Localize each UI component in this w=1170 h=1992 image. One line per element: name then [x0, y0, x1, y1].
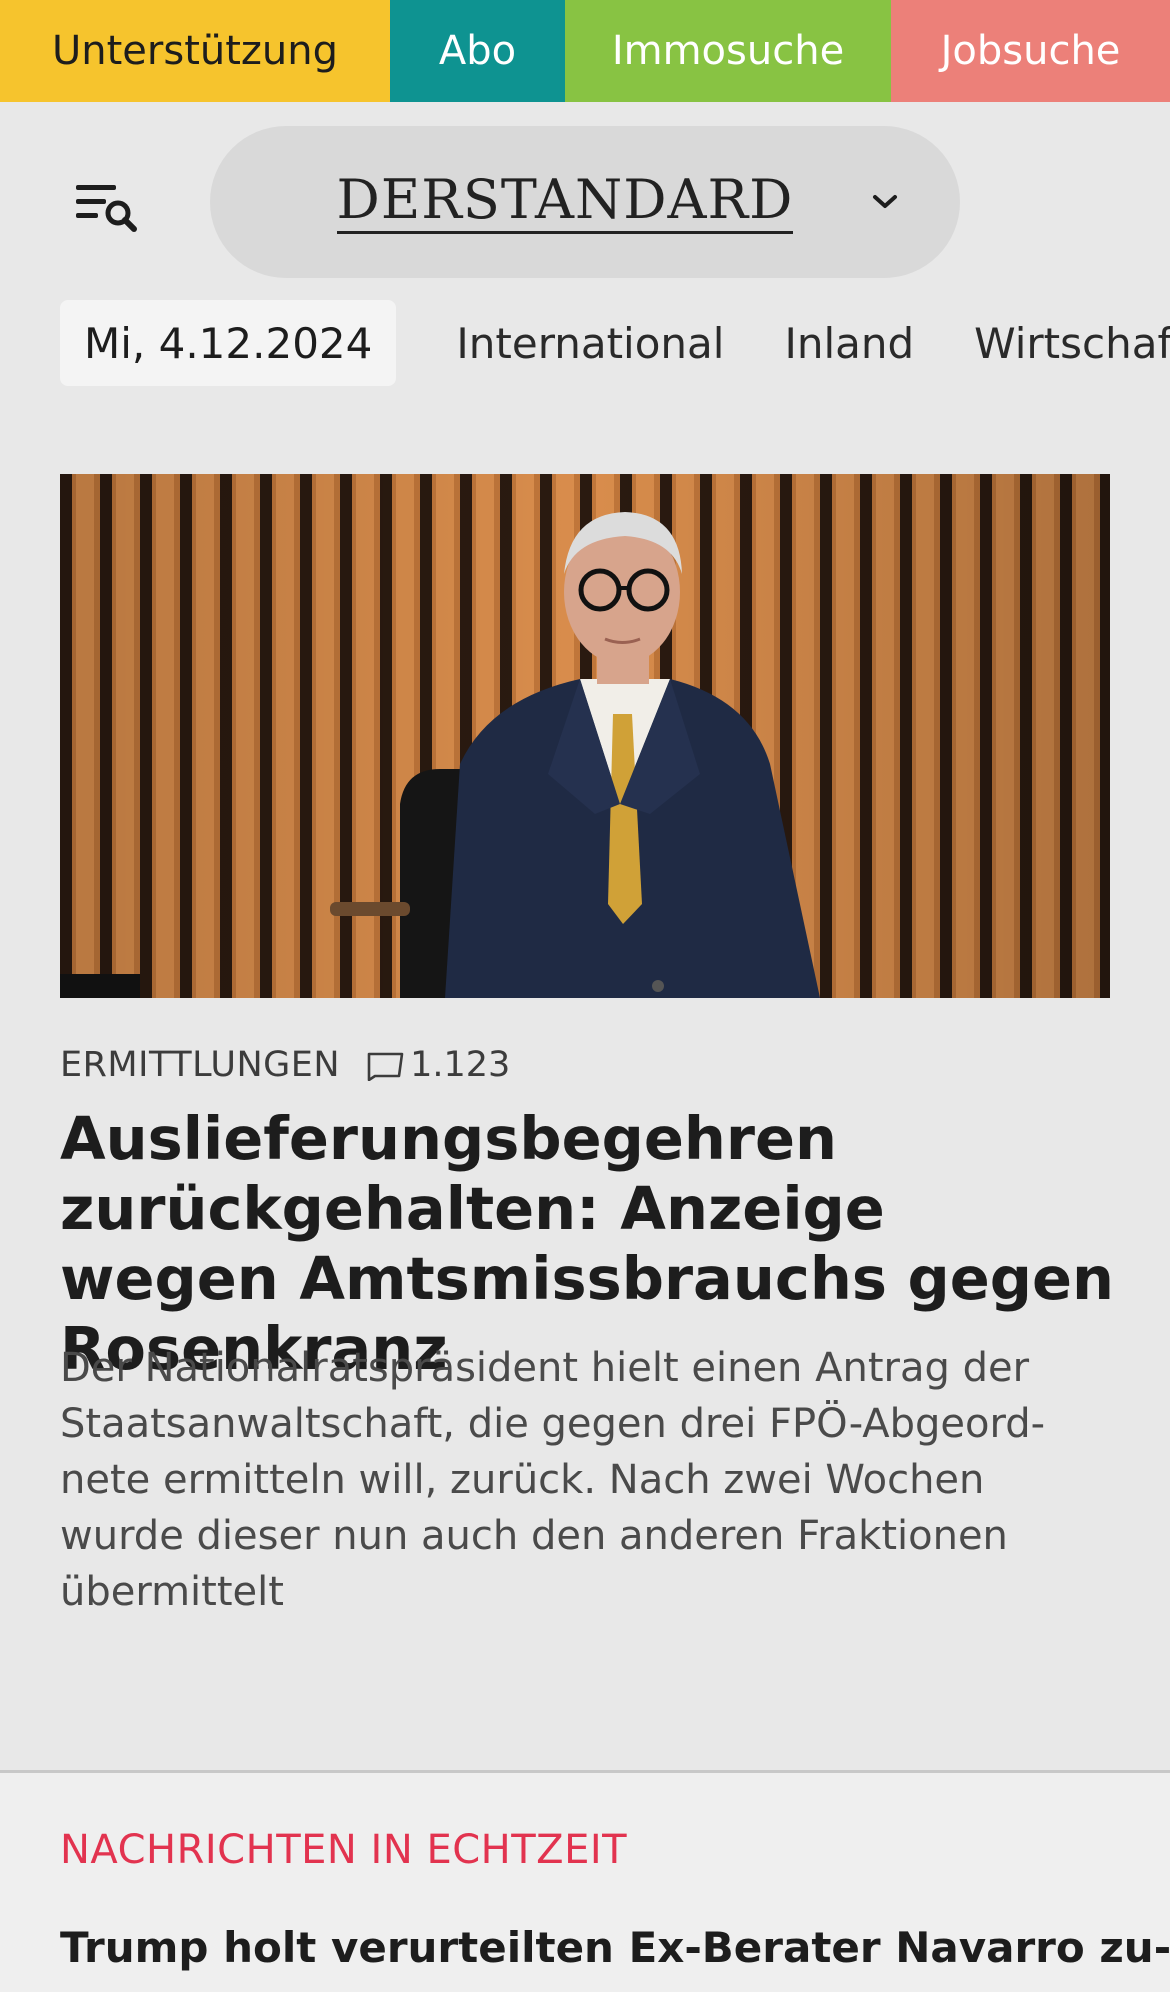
service-link-jobsuche[interactable]: Jobsuche [891, 0, 1170, 102]
nav-item-international[interactable]: International [456, 319, 724, 368]
menu-search-button[interactable] [62, 172, 152, 242]
menu-search-icon [76, 185, 137, 232]
section-nav: Mi, 4.12.2024 International Inland Wirts… [60, 300, 1170, 386]
comment-count-value: 1.123 [410, 1045, 511, 1085]
comment-count[interactable]: 1.123 [366, 1045, 510, 1085]
site-header: DERSTANDARD [0, 102, 1170, 300]
comment-icon [367, 1052, 404, 1081]
live-headline[interactable]: Trump holt verurteilten Ex-Berater Navar… [60, 1923, 1170, 1972]
live-section-title[interactable]: NACHRICHTEN IN ECHTZEIT [60, 1827, 627, 1873]
service-link-unterstuetzung[interactable]: Unterstützung [0, 0, 390, 102]
logo-pill[interactable]: DERSTANDARD [210, 126, 960, 278]
chevron-down-icon [873, 195, 897, 208]
lead-photo [60, 474, 1110, 998]
service-bar: Unterstützung Abo Immosuche Jobsuche [0, 0, 1170, 102]
page: Unterstützung Abo Immosuche Jobsuche DER… [0, 0, 1170, 1992]
lead-article-image[interactable] [60, 474, 1110, 998]
service-link-abo[interactable]: Abo [390, 0, 565, 102]
lead-teaser[interactable]: Der Nationalratspräsident hielt einen An… [60, 1340, 1120, 1620]
nav-item-inland[interactable]: Inland [784, 319, 914, 368]
edition-dropdown-button[interactable] [865, 182, 905, 222]
lead-meta: ERMITTLUNGEN 1.123 [60, 1040, 510, 1090]
service-link-immosuche[interactable]: Immosuche [565, 0, 891, 102]
nav-item-wirtschaft[interactable]: Wirtschaft [974, 319, 1170, 368]
live-news-section: NACHRICHTEN IN ECHTZEIT Trump holt verur… [0, 1773, 1170, 1992]
article-kicker[interactable]: ERMITTLUNGEN [60, 1045, 340, 1085]
site-logo[interactable]: DERSTANDARD [336, 170, 794, 234]
date-chip: Mi, 4.12.2024 [60, 300, 397, 386]
